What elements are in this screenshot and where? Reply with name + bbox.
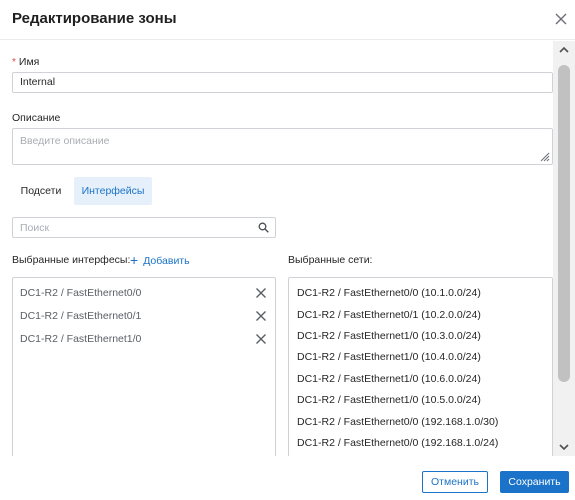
add-interface-button[interactable]: + Добавить (130, 252, 190, 268)
edit-zone-dialog: Редактирование зоны * Имя Internal Описан… (0, 0, 575, 500)
required-mark: * (12, 57, 16, 68)
selected-interfaces-label: Выбранные интерфесы: (12, 254, 131, 266)
resize-handle-icon[interactable] (539, 151, 550, 162)
interface-name: DC1-R2 / FastEthernet0/1 (20, 310, 142, 322)
list-item: DC1-R2 / FastEthernet0/1 (10.2.0.0/24) (297, 309, 481, 321)
dialog-scrollbar[interactable] (553, 41, 575, 456)
name-label-text: Имя (18, 56, 40, 68)
tab-subnets[interactable]: Подсети (12, 177, 70, 205)
dialog-header: Редактирование зоны (0, 0, 575, 40)
cancel-button[interactable]: Отменить (422, 471, 488, 493)
close-icon[interactable] (254, 332, 268, 346)
dialog-body: * Имя Internal Описание Введите описание … (0, 41, 553, 456)
list-item: DC1-R2 / FastEthernet0/0 (192.168.1.0/24… (297, 437, 499, 449)
search-placeholder: Поиск (20, 222, 50, 234)
list-item: DC1-R2 / FastEthernet1/0 (10.3.0.0/24) (297, 330, 481, 342)
close-icon[interactable] (553, 11, 569, 27)
list-item: DC1-R2 / FastEthernet0/1 (13, 307, 275, 327)
search-input[interactable]: Поиск (12, 217, 276, 238)
list-item: DC1-R2 / FastEthernet0/0 (13, 284, 275, 304)
list-item: DC1-R2 / FastEthernet1/0 (10.5.0.0/24) (297, 394, 481, 406)
name-label: * Имя (12, 56, 39, 68)
close-icon[interactable] (254, 286, 268, 300)
chevron-up-icon[interactable] (553, 41, 575, 59)
search-icon[interactable] (258, 222, 269, 233)
list-item: DC1-R2 / FastEthernet0/0 (10.1.0.0/24) (297, 287, 481, 299)
list-item: DC1-R2 / FastEthernet1/0 (10.6.0.0/24) (297, 373, 481, 385)
scrollbar-thumb[interactable] (558, 65, 570, 382)
list-item: DC1-R2 / FastEthernet0/0 (192.168.1.0/30… (297, 416, 499, 428)
plus-icon: + (130, 252, 139, 268)
close-icon[interactable] (254, 309, 268, 323)
description-placeholder: Введите описание (20, 135, 110, 147)
description-label: Описание (12, 112, 61, 124)
selected-networks-label: Выбранные сети: (288, 254, 373, 266)
tab-interfaces[interactable]: Интерфейсы (74, 177, 152, 205)
add-button-label: Добавить (143, 255, 190, 267)
dialog-title: Редактирование зоны (12, 10, 177, 27)
save-button[interactable]: Сохранить (500, 471, 569, 493)
name-input[interactable]: Internal (12, 72, 553, 93)
interface-name: DC1-R2 / FastEthernet0/0 (20, 287, 142, 299)
interface-name: DC1-R2 / FastEthernet1/0 (20, 333, 142, 345)
list-item: DC1-R2 / FastEthernet1/0 (10.4.0.0/24) (297, 351, 481, 363)
selected-interfaces-list: DC1-R2 / FastEthernet0/0 DC1-R2 / FastEt… (12, 277, 276, 456)
list-item: DC1-R2 / FastEthernet1/0 (13, 330, 275, 350)
description-textarea[interactable]: Введите описание (12, 128, 553, 165)
chevron-down-icon[interactable] (553, 438, 575, 456)
selected-networks-list: DC1-R2 / FastEthernet0/0 (10.1.0.0/24) D… (288, 277, 553, 456)
